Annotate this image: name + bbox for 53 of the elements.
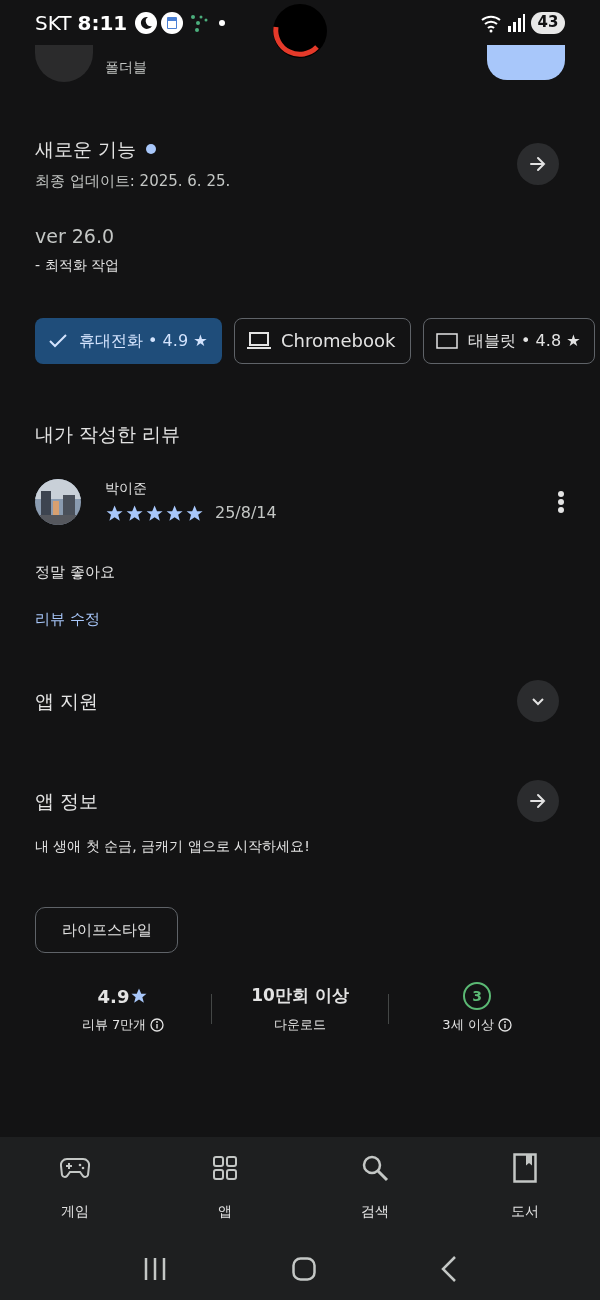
version-text: ver 26.0 — [35, 224, 116, 249]
section-title: 앱 정보 — [35, 788, 99, 814]
age-rating-badge: 3 — [463, 982, 491, 1010]
download-count: 10만회 이상 — [251, 984, 349, 1008]
search-icon — [361, 1154, 389, 1182]
laptop-icon — [247, 331, 271, 350]
update-date: 최종 업데이트: 2025. 6. 25. — [35, 170, 231, 192]
nav-tab[interactable]: 앱 — [150, 1151, 300, 1222]
edit-review-link[interactable]: 리뷰 수정 — [35, 607, 100, 630]
nav-tab[interactable]: 검색 — [300, 1151, 450, 1222]
apps-grid-icon — [213, 1156, 237, 1180]
battery-level: 43 — [531, 11, 565, 34]
arrow-button[interactable] — [517, 780, 559, 822]
carrier-name: SKT — [35, 9, 72, 37]
info-icon[interactable] — [150, 1017, 165, 1032]
camera-cutout-icon — [270, 2, 328, 60]
bookmark-book-icon — [513, 1153, 537, 1183]
home-icon[interactable] — [292, 1257, 316, 1281]
app-subtitle: 폴더블 — [105, 58, 147, 77]
release-notes: - 최적화 작업 — [35, 255, 120, 275]
arrow-button[interactable] — [517, 142, 559, 185]
review-date: 25/8/14 — [215, 502, 277, 524]
stat-label: 다운로드 — [274, 1016, 326, 1034]
device-tab[interactable]: 휴대전화 • 4.9 ★ — [35, 317, 222, 364]
back-icon[interactable] — [441, 1256, 458, 1282]
device-tab[interactable]: 태블릿 • 4.8 ★ — [423, 317, 595, 364]
install-button[interactable] — [487, 45, 565, 80]
dots-icon — [189, 12, 210, 33]
star-icon — [130, 987, 149, 1005]
notification-dot-icon — [219, 19, 226, 26]
recent-apps-icon[interactable] — [142, 1258, 167, 1280]
section-title: 앱 지원 — [35, 688, 99, 714]
calendar-icon — [161, 11, 184, 34]
clock-time: 8:11 — [77, 9, 128, 37]
gamepad-icon — [60, 1157, 90, 1179]
section-title: 새로운 기능 — [35, 137, 137, 162]
app-description: 내 생애 첫 순금, 금캐기 앱으로 시작하세요! — [35, 837, 311, 856]
info-icon[interactable] — [497, 1017, 512, 1032]
device-tab[interactable]: Chromebook — [234, 317, 411, 364]
nav-tab[interactable]: 도서 — [450, 1151, 600, 1222]
stat-label: 3세 이상 — [442, 1016, 494, 1034]
nav-tab[interactable]: 게임 — [0, 1151, 150, 1222]
more-options-icon[interactable] — [557, 489, 565, 514]
rating-value: 4.9 — [97, 984, 130, 1009]
new-dot-icon — [146, 144, 157, 155]
review-text: 정말 좋아요 — [35, 562, 116, 583]
category-chip[interactable]: 라이프스타일 — [35, 907, 178, 953]
tablet-icon — [436, 332, 458, 349]
reviewer-name: 박이준 — [105, 479, 148, 498]
section-title: 내가 작성한 리뷰 — [35, 421, 182, 447]
moon-icon — [135, 11, 158, 34]
signal-icon — [507, 13, 525, 32]
stat-label: 리뷰 7만개 — [81, 1016, 147, 1034]
